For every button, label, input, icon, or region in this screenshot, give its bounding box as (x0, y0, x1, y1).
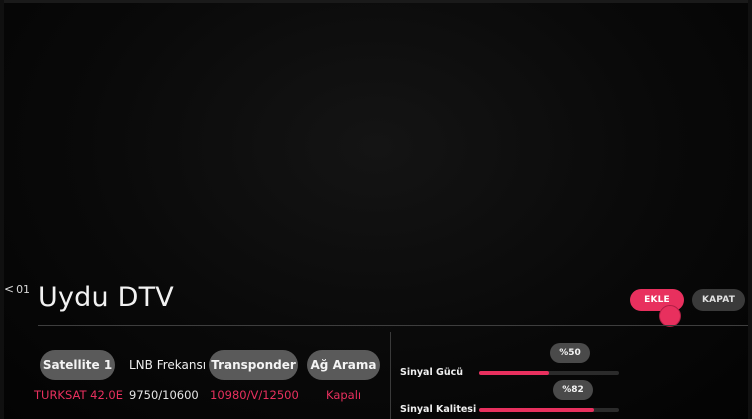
lnb-frequency-label: LNB Frekansı (129, 358, 207, 372)
back-nav[interactable]: < 01 (4, 282, 30, 296)
signal-strength-fill (479, 371, 549, 375)
signal-quality-fill (479, 408, 594, 412)
page-title: Uydu DTV (38, 282, 174, 313)
pointer-cursor-icon (659, 305, 681, 327)
signal-strength-label: Sinyal Gücü (400, 367, 463, 378)
signal-quality-badge: %82 (553, 380, 593, 400)
satellite-value: TURKSAT 42.0E (34, 388, 124, 402)
close-button[interactable]: KAPAT (692, 289, 745, 311)
signal-quality-label: Sinyal Kalitesi (400, 404, 477, 415)
signal-strength-track (479, 371, 619, 375)
tv-screen: < 01 Uydu DTV EKLE KAPAT Satellite 1 LNB… (0, 0, 752, 419)
transponder-button[interactable]: Transponder (209, 350, 298, 380)
satellite-button[interactable]: Satellite 1 (40, 350, 115, 380)
bezel-right (748, 0, 752, 419)
lnb-frequency-value: 9750/10600 (129, 388, 199, 402)
header-divider (38, 325, 748, 326)
chevron-left-icon: < (4, 282, 15, 296)
network-search-value: Kapalı (326, 388, 362, 402)
signal-quality-track (479, 408, 619, 412)
section-divider (390, 332, 391, 419)
bezel-top (0, 0, 752, 3)
back-step-number: 01 (16, 282, 31, 296)
network-search-button[interactable]: Ağ Arama (307, 350, 380, 380)
transponder-value: 10980/V/12500 (210, 388, 299, 402)
bezel-left (0, 0, 4, 419)
signal-strength-badge: %50 (550, 343, 590, 363)
